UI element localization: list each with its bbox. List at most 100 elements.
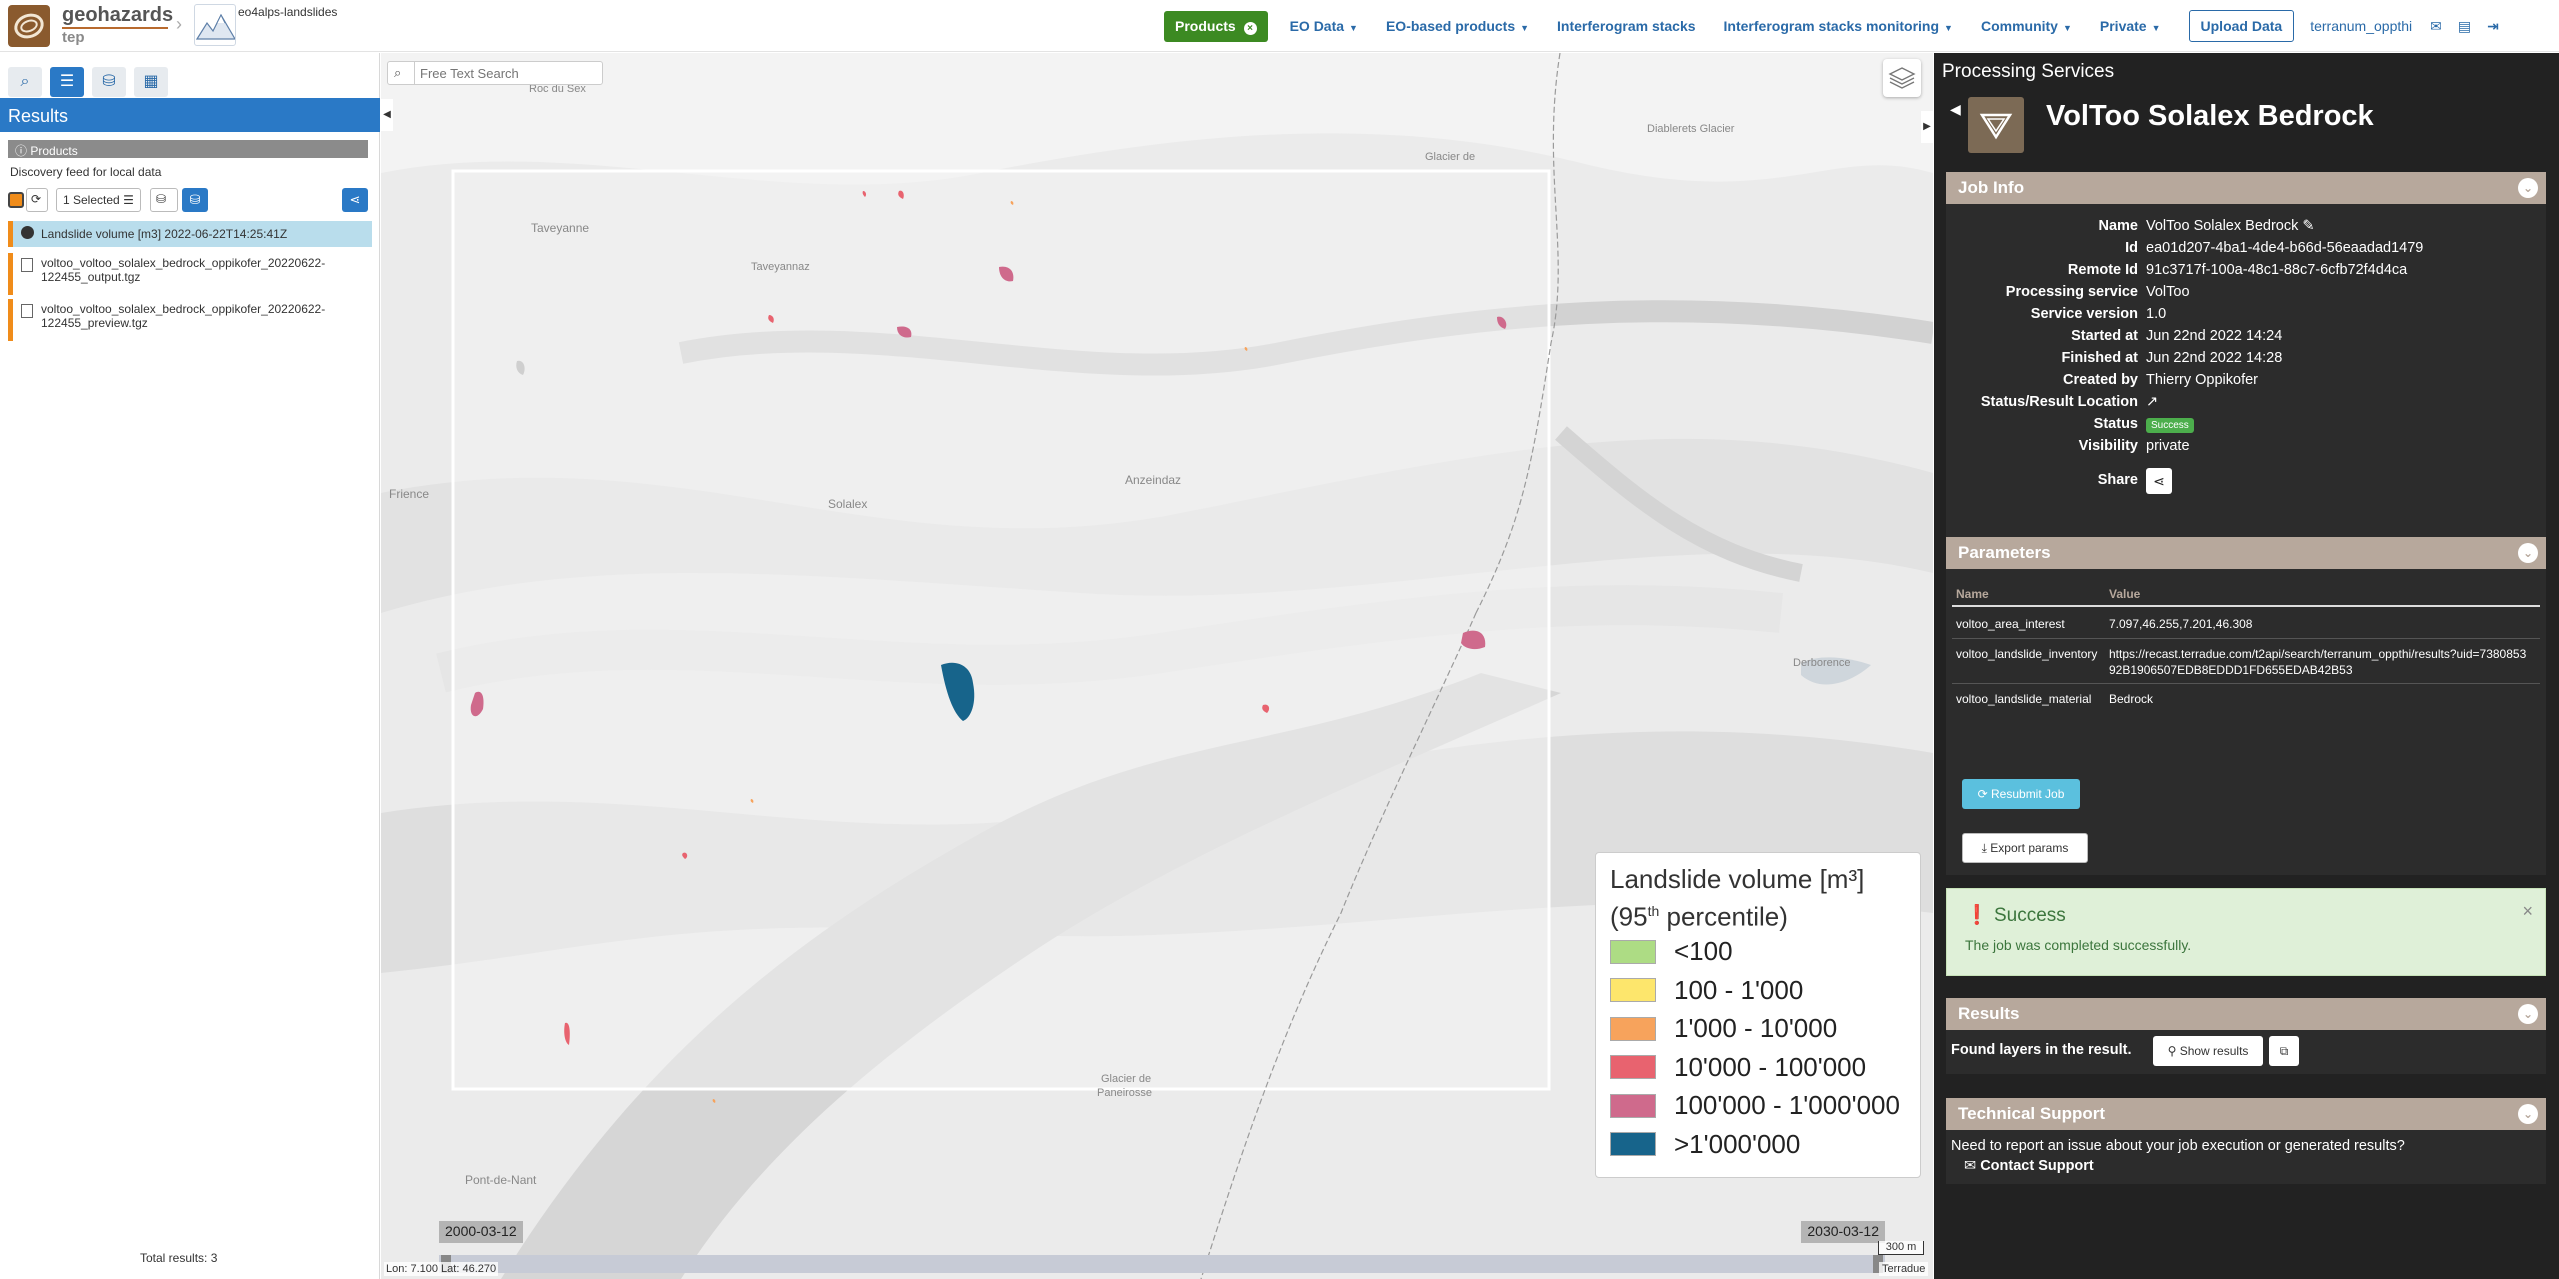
map-label: Solalex bbox=[828, 497, 868, 511]
community-logo[interactable] bbox=[194, 4, 236, 46]
select-all-checkbox[interactable] bbox=[8, 192, 24, 208]
basket-button[interactable]: ⛁ bbox=[182, 188, 208, 212]
support-title: Technical Support bbox=[1958, 1104, 2106, 1123]
copy-button[interactable]: ⧉ bbox=[2269, 1036, 2299, 1066]
results-header[interactable]: Results ⌄ bbox=[1946, 998, 2546, 1030]
technical-support-header[interactable]: Technical Support ⌄ bbox=[1946, 1098, 2546, 1130]
show-results-button[interactable]: ⚲ Show results bbox=[2153, 1036, 2263, 1066]
top-navbar: geohazards tep › eo4alps-landslides Prod… bbox=[0, 0, 2559, 52]
job-info-header[interactable]: Job Info ⌄ bbox=[1946, 172, 2546, 204]
share-button[interactable]: ⋖ bbox=[2146, 468, 2172, 494]
legend-label: 100 - 1'000 bbox=[1674, 974, 1804, 1005]
share-icon: ⋖ bbox=[349, 192, 361, 207]
map-attribution[interactable]: Terradue bbox=[1879, 1262, 1929, 1276]
job-info-key: Service version bbox=[2030, 306, 2138, 322]
show-results-label: Show results bbox=[2179, 1044, 2249, 1058]
list-item[interactable]: Landslide volume [m3] 2022-06-22T14:25:4… bbox=[8, 221, 372, 247]
globe-icon bbox=[21, 226, 34, 239]
list-item-label: voltoo_voltoo_solalex_bedrock_oppikofer_… bbox=[41, 302, 326, 330]
chevron-down-icon[interactable]: ⌄ bbox=[2518, 178, 2538, 198]
legend-label: 10'000 - 100'000 bbox=[1674, 1051, 1867, 1082]
job-info-key: Share bbox=[2097, 472, 2138, 488]
upload-data-button[interactable]: Upload Data bbox=[2188, 10, 2295, 42]
nav-eo-based-products[interactable]: EO-based products ▼ bbox=[1386, 18, 1529, 34]
list-icon[interactable]: ☰ bbox=[50, 67, 84, 97]
job-info-key: Visibility bbox=[2078, 438, 2138, 454]
legend-title: Landslide volume [m³] (95th percentile) bbox=[1610, 863, 1906, 933]
selection-dropdown[interactable]: 1 Selected ☰ bbox=[56, 188, 141, 212]
caret-down-icon: ▼ bbox=[2151, 23, 2161, 33]
geohazards-logo[interactable] bbox=[8, 5, 50, 47]
contact-support-link[interactable]: ✉ Contact Support bbox=[1964, 1158, 2094, 1174]
logout-icon[interactable]: ⇥ bbox=[2487, 18, 2499, 35]
job-info-key: Remote Id bbox=[2067, 262, 2138, 278]
map-search[interactable]: ⌕ bbox=[387, 61, 603, 85]
job-info-row: Service version 1.0 bbox=[1946, 306, 2546, 326]
chevron-down-icon[interactable]: ⌄ bbox=[2518, 1104, 2538, 1124]
panel-title: Processing Services bbox=[1942, 61, 2115, 82]
community-name[interactable]: eo4alps-landslides bbox=[238, 5, 337, 19]
chevron-down-icon[interactable]: ⌄ bbox=[2518, 543, 2538, 563]
nav-interferogram-monitoring[interactable]: Interferogram stacks monitoring ▼ bbox=[1724, 18, 1953, 34]
nav-community[interactable]: Community ▼ bbox=[1981, 18, 2072, 34]
date-end: 2030-03-12 bbox=[1801, 1221, 1885, 1243]
collapse-right-panel-button[interactable]: ▶ bbox=[1921, 111, 1933, 143]
search-icon[interactable]: ⌕ bbox=[8, 67, 42, 97]
legend-row: >1'000'000 bbox=[1610, 1125, 1906, 1164]
table-row: voltoo_landslide_inventory https://recas… bbox=[1952, 640, 2540, 684]
brand-name[interactable]: geohazards bbox=[62, 4, 173, 27]
legend-row: <100 bbox=[1610, 933, 1906, 972]
service-logo bbox=[1968, 97, 2024, 153]
nav-eo-data[interactable]: EO Data ▼ bbox=[1290, 18, 1358, 34]
results-label: Found layers in the result. bbox=[1951, 1042, 2132, 1058]
list-item[interactable]: voltoo_voltoo_solalex_bedrock_oppikofer_… bbox=[8, 253, 372, 295]
parameters-header[interactable]: Parameters ⌄ bbox=[1946, 537, 2546, 569]
close-icon[interactable]: × bbox=[2522, 901, 2533, 922]
list-item[interactable]: voltoo_voltoo_solalex_bedrock_oppikofer_… bbox=[8, 299, 372, 341]
collapse-left-panel-button[interactable]: ◀ bbox=[381, 99, 393, 131]
nav-products-label: Products bbox=[1175, 17, 1236, 34]
caret-down-icon: ▼ bbox=[1349, 23, 1358, 33]
nav-interferogram-stacks[interactable]: Interferogram stacks bbox=[1557, 18, 1696, 34]
legend-swatch bbox=[1610, 978, 1656, 1003]
products-bar[interactable]: ⓘ Products bbox=[8, 140, 368, 158]
external-link-icon[interactable]: ↗ bbox=[2146, 394, 2158, 410]
time-slider-track[interactable] bbox=[439, 1255, 1885, 1273]
book-icon[interactable]: ▤ bbox=[2458, 18, 2471, 35]
parameters-title: Parameters bbox=[1958, 543, 2051, 562]
collapse-icon[interactable]: ◀ bbox=[1950, 101, 1961, 118]
legend-title-sup: th bbox=[1647, 903, 1660, 919]
nav-products[interactable]: Products × bbox=[1164, 10, 1268, 42]
map-label: Anzeindaz bbox=[1125, 473, 1182, 487]
map-view[interactable]: Taveyanne Taveyannaz Frience Solalex Anz… bbox=[381, 53, 1933, 1279]
basket-icon[interactable]: ⛁ bbox=[92, 67, 126, 97]
date-start: 2000-03-12 bbox=[439, 1221, 523, 1243]
close-icon[interactable]: × bbox=[1243, 21, 1257, 35]
search-icon: ⌕ bbox=[394, 65, 402, 80]
copy-icon: ⧉ bbox=[2279, 1044, 2289, 1058]
archive-icon[interactable]: ▦ bbox=[134, 67, 168, 97]
export-params-button[interactable]: ⤓ Export params bbox=[1962, 833, 2088, 863]
share-button[interactable]: ⋖ bbox=[342, 188, 368, 212]
legend-title-line2: (95 bbox=[1610, 901, 1648, 932]
refresh-icon: ⟳ bbox=[1977, 787, 1991, 801]
legend-label: <100 bbox=[1674, 936, 1733, 967]
search-input[interactable] bbox=[420, 62, 600, 84]
results-toolbar: ⟳ 1 Selected ☰ ⛁ ⛁ ⋖ bbox=[8, 187, 372, 213]
add-to-basket-button[interactable]: ⛁ bbox=[150, 188, 178, 212]
user-menu[interactable]: terranum_oppthi bbox=[2310, 18, 2412, 34]
nav-private[interactable]: Private ▼ bbox=[2100, 18, 2161, 34]
selected-count: 1 Selected bbox=[63, 193, 120, 207]
envelope-icon[interactable]: ✉ bbox=[2430, 18, 2442, 35]
resubmit-job-button[interactable]: ⟳ Resubmit Job bbox=[1962, 779, 2080, 809]
status-badge-label: Success bbox=[2146, 418, 2194, 433]
layers-icon[interactable] bbox=[1883, 59, 1921, 97]
refresh-button[interactable]: ⟳ bbox=[26, 188, 48, 212]
parameters-section: Parameters ⌄ Name Value voltoo_area_inter… bbox=[1946, 537, 2546, 875]
chevron-down-icon[interactable]: ⌄ bbox=[2518, 1004, 2538, 1024]
pencil-icon[interactable]: ✎ bbox=[2298, 218, 2314, 234]
time-slider[interactable]: 2000-03-12 2030-03-12 bbox=[439, 1221, 1885, 1273]
job-info-row: Visibility private bbox=[1946, 438, 2546, 458]
job-info-row: Id ea01d207-4ba1-4de4-b66d-56eaadad1479 bbox=[1946, 240, 2546, 260]
discovery-text: Discovery feed for local data bbox=[10, 165, 162, 179]
